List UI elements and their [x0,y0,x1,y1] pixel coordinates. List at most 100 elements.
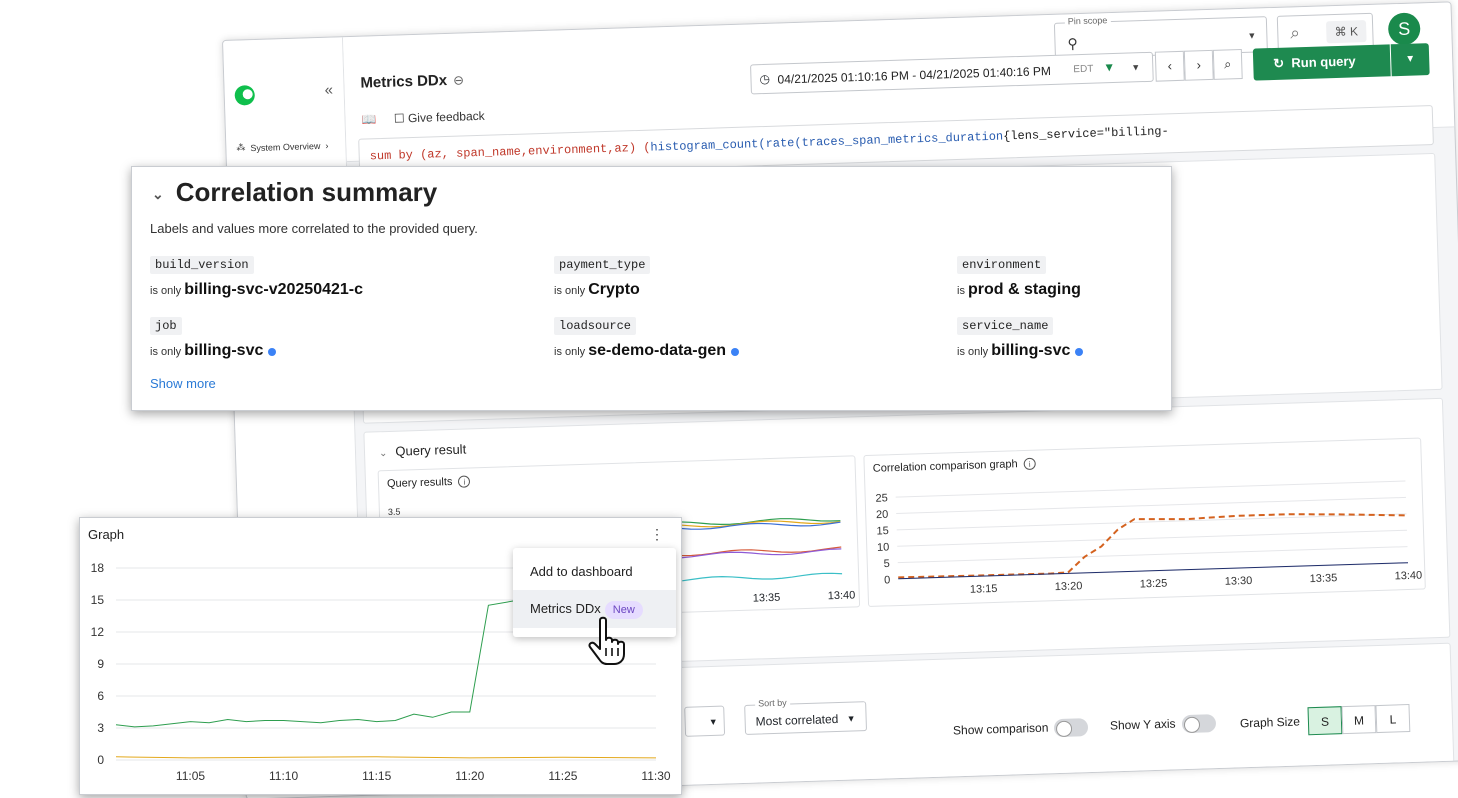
hand-pointer-icon [588,616,625,665]
x-tick-label: 13:30 [1225,575,1253,588]
label-value: is only Crypto [554,281,650,299]
value-prefix: is only [150,346,182,358]
status-dot [1075,348,1084,357]
book-icon[interactable]: 📖 [361,112,376,126]
value-text: Crypto [588,281,640,298]
top-bar: Pin scope ⚲ ▼ ⌕ ⌘ K S Metrics DDx ⊖ ◷ 04/… [342,2,1455,179]
show-more-link[interactable]: Show more [150,376,216,391]
sort-by-select[interactable]: Sort by Most correlated ▼ [744,697,868,735]
y-tick-label: 5 [883,558,889,570]
collapse-sidebar-button[interactable]: « [324,82,333,99]
page-title: Metrics DDx ⊖ [360,71,464,92]
correlation-item[interactable]: loadsource is only se-demo-data-gen [554,316,740,360]
x-tick-label: 11:15 [362,769,391,783]
y-tick-label: 15 [876,525,889,537]
series-line [115,756,657,759]
query-token: histogram_count( [650,136,766,155]
value-text: prod & staging [968,281,1081,298]
search-icon: ⌕ [1290,23,1301,43]
value-prefix: is only [554,346,586,358]
y-tick-label: 12 [91,625,105,639]
group-select[interactable]: ▼ [684,705,726,737]
grid-line [895,480,1406,498]
correlation-item[interactable]: service_name is only billing-svc [957,316,1084,360]
value-prefix: is [957,285,965,297]
show-y-axis-control: Show Y axis [1110,714,1216,735]
caret-down-icon: ▼ [1247,30,1257,41]
menu-item-add-to-dashboard[interactable]: Add to dashboard [513,553,676,591]
caret-down-icon[interactable]: ▼ [1131,62,1140,72]
sidebar-item-label: System Overview [250,140,321,153]
label-key: job [150,317,182,335]
show-comparison-label: Show comparison [952,720,1049,738]
correlation-item[interactable]: build_version is only billing-svc-v202504… [150,255,363,299]
correlation-item[interactable]: environment is prod & staging [957,255,1081,299]
y-tick-label: 18 [91,561,105,575]
previous-range-button[interactable]: ‹ [1154,50,1185,82]
x-tick-label: 11:25 [548,769,577,783]
x-tick-label: 13:40 [1394,570,1422,583]
show-comparison-toggle[interactable] [1054,718,1089,738]
query-token: sum by (az, span_name,environment,az) ( [369,140,651,164]
app-logo[interactable] [234,85,256,106]
size-s-button[interactable]: S [1307,706,1343,736]
value-text: billing-svc-v20250421-c [184,281,364,298]
y-tick-label: 9 [97,657,104,671]
grid-line [897,529,1407,547]
label-value: is prod & staging [957,281,1081,299]
value-prefix: is only [554,285,586,297]
run-query-dropdown[interactable]: ▼ [1390,43,1430,77]
y-tick-label: 25 [875,492,888,504]
series-line [115,598,526,728]
cluster-icon: ⁂ [236,142,246,153]
sort-by-label: Sort by [754,697,790,709]
correlation-item[interactable]: job is only billing-svc [150,316,277,360]
query-result-title: Query result [395,441,467,459]
size-m-button[interactable]: M [1341,705,1377,735]
chevron-down-icon: ⌄ [152,185,164,202]
chevron-down-icon: ⌄ [378,448,388,460]
x-tick-label: 13:40 [827,589,856,603]
y-tick-label: 6 [97,689,104,703]
correlation-summary-subtitle: Labels and values more correlated to the… [150,221,478,236]
refresh-icon: ↻ [1273,55,1285,71]
link-icon[interactable]: ⊖ [453,72,464,87]
x-tick-label: 13:35 [752,591,781,605]
show-y-axis-label: Show Y axis [1109,716,1176,733]
chevron-right-icon: › [325,140,329,151]
label-key: loadsource [554,317,637,335]
time-range-picker[interactable]: ◷ 04/21/2025 01:10:16 PM - 04/21/2025 01… [750,51,1154,95]
give-feedback-link[interactable]: Give feedback [408,109,485,125]
x-tick-label: 11:10 [269,769,298,783]
sidebar-item-system-overview[interactable]: ⁂ System Overview › [236,140,328,154]
comment-icon: ☐ [393,111,405,126]
series-line [682,572,843,582]
label-value: is only se-demo-data-gen [554,342,740,360]
screenshot-stage: « ⁂ System Overview › Pin scope ⚲ ▼ ⌕ ⌘ … [0,0,1458,798]
pin-icon[interactable]: ▼ [1103,60,1115,74]
correlation-comparison-plot: 0 5 10 15 20 25 13:15 13:20 13:25 13:30 13:35 13:40 [875,480,1422,596]
grid-line [896,496,1406,514]
menu-item-label: Metrics DDx [530,601,601,616]
user-avatar[interactable]: S [1387,12,1421,46]
grid-line [896,513,1407,531]
size-l-button[interactable]: L [1375,704,1411,734]
value-text: billing-svc [991,342,1071,359]
x-tick-label: 11:30 [641,769,670,783]
status-dot [731,348,740,357]
zoom-out-button[interactable]: ⌕ [1212,48,1243,80]
graph-size-label: Graph Size [1239,714,1301,731]
correlation-summary-card: ⌄ Correlation summary Labels and values m… [131,166,1172,411]
series-line [680,521,841,530]
x-tick-label: 13:15 [970,583,998,596]
query-result-header[interactable]: ⌄ Query result [379,442,467,460]
correlation-summary-header[interactable]: ⌄ Correlation summary [152,177,437,208]
correlation-item[interactable]: payment_type is only Crypto [554,255,651,299]
show-y-axis-toggle[interactable] [1181,714,1216,734]
caret-down-icon: ▼ [846,713,856,724]
label-value: is only billing-svc-v20250421-c [150,281,363,299]
next-range-button[interactable]: › [1183,49,1214,81]
correlation-summary-title: Correlation summary [175,177,438,207]
value-text: billing-svc [184,342,264,359]
run-query-button[interactable]: ↻ Run query [1252,44,1391,81]
